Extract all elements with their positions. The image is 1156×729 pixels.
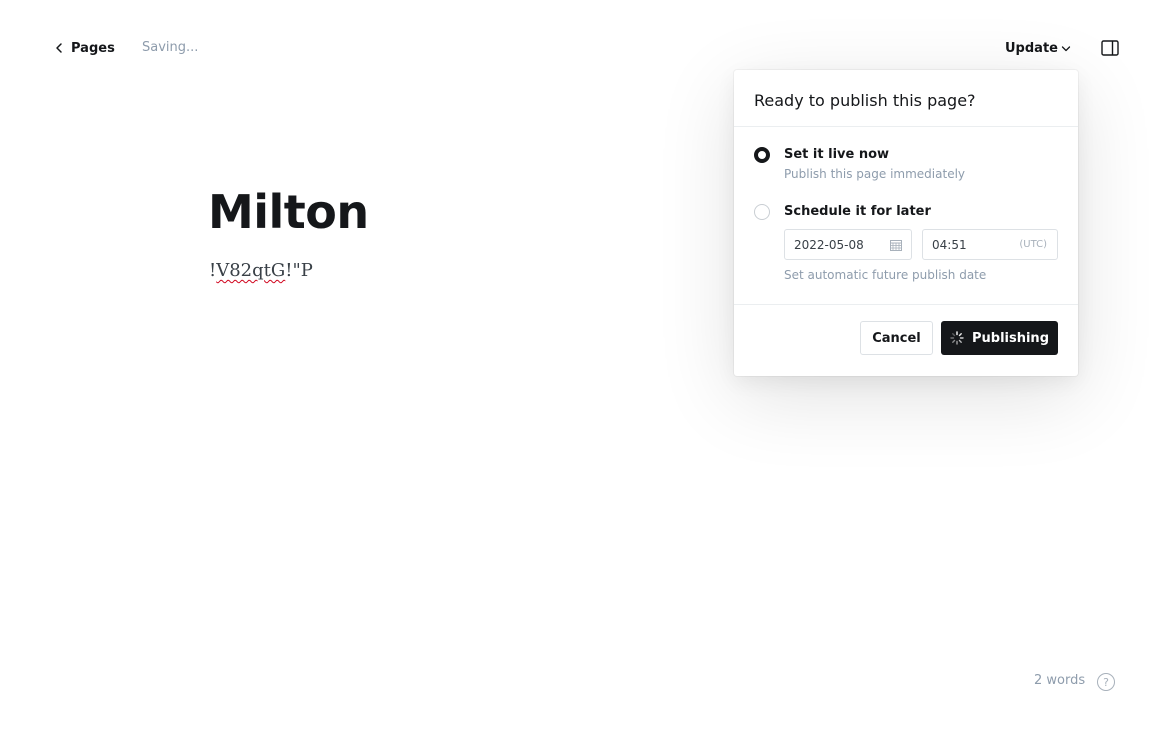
back-label: Pages [71, 40, 115, 56]
spinner-icon [950, 331, 964, 345]
body-suffix: !"P [285, 260, 313, 281]
divider [734, 304, 1078, 305]
option-label: Schedule it for later [784, 204, 931, 219]
chevron-left-icon [56, 43, 62, 53]
update-dropdown-button[interactable]: Update [1005, 38, 1071, 58]
sidebar-toggle-icon[interactable] [1101, 40, 1119, 56]
calendar-icon[interactable] [890, 239, 902, 251]
option-description: Publish this page immediately [784, 167, 966, 181]
misspelled-word: V82qtG [216, 260, 286, 281]
schedule-time-field[interactable]: 04:51 (UTC) [922, 229, 1058, 260]
post-title[interactable]: Milton [208, 180, 369, 244]
radio-publish-now[interactable] [754, 147, 770, 163]
option-publish-now[interactable]: Set it live now Publish this page immedi… [754, 145, 965, 182]
option-label: Set it live now [784, 147, 890, 162]
date-value: 2022-05-08 [794, 237, 864, 252]
radio-schedule-later[interactable] [754, 204, 770, 220]
publish-button[interactable]: Publishing [941, 321, 1058, 355]
timezone-label: (UTC) [1019, 239, 1047, 250]
publish-label: Publishing [971, 330, 1049, 346]
question-circle-icon[interactable]: ? [1097, 673, 1115, 691]
schedule-description: Set automatic future publish date [784, 268, 987, 282]
back-to-pages-link[interactable]: Pages [55, 38, 115, 58]
publish-menu: Ready to publish this page? Set it live … [734, 70, 1078, 376]
cancel-button[interactable]: Cancel [860, 321, 933, 355]
publish-menu-title: Ready to publish this page? [754, 91, 976, 110]
word-count: 2 words [1034, 673, 1086, 688]
publish-menu-header: Ready to publish this page? [734, 70, 1078, 127]
post-body[interactable]: !V82qtG!"P [209, 258, 313, 284]
save-status: Saving... [142, 40, 199, 55]
time-value: 04:51 [932, 237, 967, 252]
option-schedule-later[interactable]: Schedule it for later [754, 202, 931, 222]
help-label: ? [1103, 675, 1109, 689]
schedule-date-field[interactable]: 2022-05-08 [784, 229, 912, 260]
update-label: Update [1005, 40, 1058, 56]
chevron-down-icon [1061, 46, 1071, 52]
